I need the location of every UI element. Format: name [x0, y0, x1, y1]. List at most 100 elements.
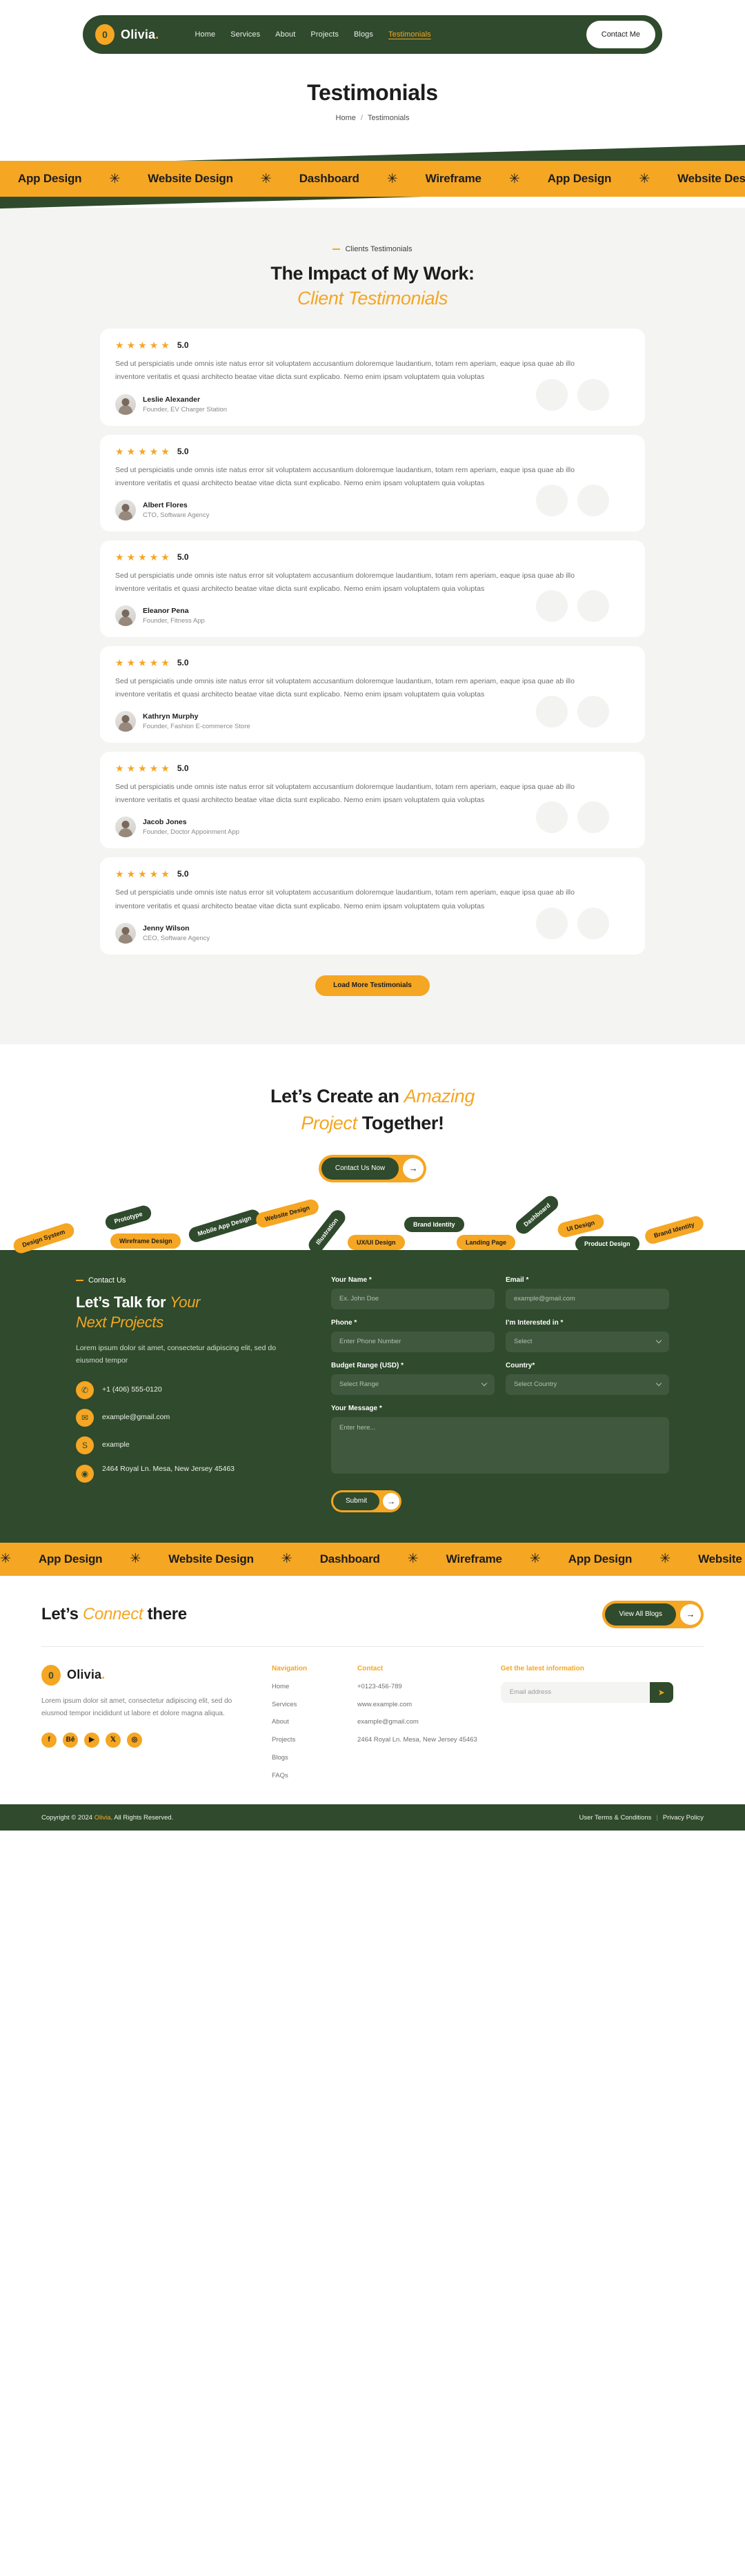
contact-skype-row[interactable]: S example — [76, 1436, 304, 1454]
rating-score: 5.0 — [177, 763, 189, 774]
star-icon: ★ — [126, 868, 136, 880]
author-name: Albert Flores — [143, 500, 188, 509]
facebook-icon[interactable]: f — [41, 1732, 57, 1748]
footer-nav-link[interactable]: Home — [272, 1682, 334, 1692]
interest-select[interactable]: Select — [506, 1331, 669, 1352]
country-select[interactable]: Select Country — [506, 1374, 669, 1395]
marquee-items-bottom: ✳ App Design ✳ Website Design ✳ Dashboard ✳ Wir… — [0, 1552, 745, 1566]
header: 0 Olivia. Home Services About Projects B… — [0, 0, 745, 54]
contact-me-button[interactable]: Contact Me — [586, 21, 655, 48]
newsletter-submit-icon[interactable]: ➤ — [649, 1681, 673, 1703]
contact-address-row: ◉ 2464 Royal Ln. Mesa, New Jersey 45463 — [76, 1464, 304, 1483]
breadcrumb-home[interactable]: Home — [336, 114, 356, 122]
footer-contact-item[interactable]: example@gmail.com — [357, 1717, 477, 1728]
newsletter-email-input[interactable]: Email address — [500, 1681, 650, 1703]
contact-phone-row[interactable]: ✆ +1 (406) 555-0120 — [76, 1380, 304, 1399]
label-phone: Phone * — [331, 1318, 357, 1327]
behance-icon[interactable]: Bē — [63, 1732, 78, 1748]
section-title-line2: Client Testimonials — [297, 288, 448, 309]
logo-icon: 0 — [41, 1664, 61, 1686]
field-interest: I’m Interested in * Select — [506, 1319, 669, 1352]
service-tag[interactable]: Product Design — [575, 1236, 639, 1251]
author-role: Founder, Fitness App — [143, 617, 205, 625]
footer-nav-link[interactable]: FAQs — [272, 1771, 334, 1782]
arrow-right-icon: → — [403, 1158, 424, 1179]
newsletter-form: Email address ➤ — [500, 1681, 673, 1703]
decor-blob — [536, 590, 568, 622]
marquee-item: App Design — [38, 1552, 103, 1565]
marquee-item: Wireframe — [425, 172, 481, 185]
footer-nav-link[interactable]: About — [272, 1717, 334, 1728]
marquee-item: Website Design — [677, 172, 745, 185]
testimonial-quote: Sed ut perspiciatis unde omnis iste natu… — [115, 677, 575, 699]
brand-logo[interactable]: 0 Olivia. — [95, 24, 159, 45]
star-icon: ★ — [138, 445, 147, 457]
message-textarea[interactable]: Enter here... — [331, 1416, 669, 1474]
footer-brand-logo[interactable]: 0 Olivia. — [41, 1664, 248, 1686]
instagram-icon[interactable]: ◎ — [127, 1732, 142, 1748]
decor-blob — [577, 378, 609, 411]
service-tag[interactable]: Prototype — [103, 1203, 153, 1231]
service-tag[interactable]: Dashboard — [513, 1193, 562, 1237]
section-title-line1: The Impact of My Work: — [270, 263, 475, 284]
country-select-value: Select Country — [514, 1380, 557, 1389]
footer-nav-link[interactable]: Services — [272, 1700, 334, 1710]
service-tag[interactable]: Brand Identity — [404, 1216, 464, 1232]
field-budget: Budget Range (USD) * Select Range — [331, 1362, 495, 1395]
service-tag[interactable]: Brand Identity — [643, 1214, 705, 1246]
nav-item-blogs[interactable]: Blogs — [354, 30, 373, 39]
contact-email-row[interactable]: ✉ example@gmail.com — [76, 1408, 304, 1427]
asterisk-icon: ✳ — [281, 1552, 292, 1567]
author-name: Eleanor Pena — [143, 607, 189, 615]
privacy-link[interactable]: Privacy Policy — [663, 1814, 704, 1822]
service-tag[interactable]: Landing Page — [457, 1234, 516, 1250]
testimonial-card: ★ ★ ★ ★ ★ 5.0 Sed ut perspiciatis unde omnis i… — [100, 540, 645, 637]
service-tag[interactable]: Website Design — [254, 1198, 321, 1229]
footer-contact-item[interactable]: www.example.com — [357, 1700, 477, 1710]
star-icon: ★ — [126, 551, 136, 563]
star-icon: ★ — [149, 340, 159, 351]
budget-select-value: Select Range — [339, 1380, 379, 1389]
field-phone: Phone * Enter Phone Number — [331, 1319, 495, 1352]
asterisk-icon: ✳ — [407, 1552, 419, 1567]
author-role: CEO, Software Agency — [143, 934, 210, 942]
testimonial-quote: Sed ut perspiciatis unde omnis iste natu… — [115, 888, 575, 910]
footer-bottom-bar: Copyright © 2024 Olivia. All Rights Rese… — [0, 1804, 745, 1831]
contact-section: Contact Us Let’s Talk for Your Next Proj… — [0, 1249, 745, 1543]
decor-blob — [536, 378, 568, 411]
nav-item-about[interactable]: About — [275, 30, 295, 39]
service-tag[interactable]: UX/UI Design — [348, 1234, 405, 1250]
marquee-strip: ✳ App Design ✳ Website Design ✳ Dashboard ✳ Wir… — [0, 161, 745, 197]
rating: ★ ★ ★ ★ ★ 5.0 — [115, 763, 630, 773]
nav-item-home[interactable]: Home — [195, 30, 215, 39]
email-input[interactable]: example@gmail.com — [506, 1288, 669, 1309]
footer-contact-item[interactable]: +0123-456-789 — [357, 1682, 477, 1692]
twitter-icon[interactable]: 𝕏 — [106, 1732, 121, 1748]
nav-item-projects[interactable]: Projects — [310, 30, 339, 39]
breadcrumb-separator: / — [360, 114, 363, 122]
cta-title-d: Together! — [357, 1112, 444, 1133]
author-role: Founder, Doctor Appoinment App — [143, 828, 239, 837]
name-input[interactable]: Ex. John Doe — [331, 1288, 495, 1309]
phone-icon: ✆ — [76, 1380, 94, 1399]
footer-contact-item[interactable]: 2464 Royal Ln. Mesa, New Jersey 45463 — [357, 1735, 477, 1746]
footer-nav-link[interactable]: Blogs — [272, 1753, 334, 1764]
budget-select[interactable]: Select Range — [331, 1374, 495, 1395]
footer-nav-link[interactable]: Projects — [272, 1735, 334, 1746]
submit-button[interactable]: Submit → — [331, 1490, 402, 1512]
load-more-button[interactable]: Load More Testimonials — [315, 975, 430, 996]
service-tag[interactable]: Mobile App Design — [187, 1207, 262, 1245]
footer-nav-heading: Navigation — [272, 1664, 308, 1672]
nav-item-services[interactable]: Services — [230, 30, 260, 39]
youtube-icon[interactable]: ▶ — [84, 1732, 99, 1748]
service-tag[interactable]: Wireframe Design — [110, 1233, 181, 1249]
nav-item-testimonials[interactable]: Testimonials — [388, 30, 431, 39]
terms-link[interactable]: User Terms & Conditions — [579, 1814, 652, 1822]
service-tag[interactable]: UI Design — [556, 1213, 606, 1239]
marquee-band-bottom: ✳ App Design ✳ Website Design ✳ Dashboard ✳ Wir… — [0, 1542, 745, 1576]
contact-us-now-button[interactable]: Contact Us Now → — [318, 1154, 427, 1182]
view-all-blogs-button[interactable]: View All Blogs → — [602, 1600, 704, 1628]
decor-blob — [536, 696, 568, 728]
label-budget: Budget Range (USD) * — [331, 1361, 404, 1369]
phone-input[interactable]: Enter Phone Number — [331, 1331, 495, 1352]
